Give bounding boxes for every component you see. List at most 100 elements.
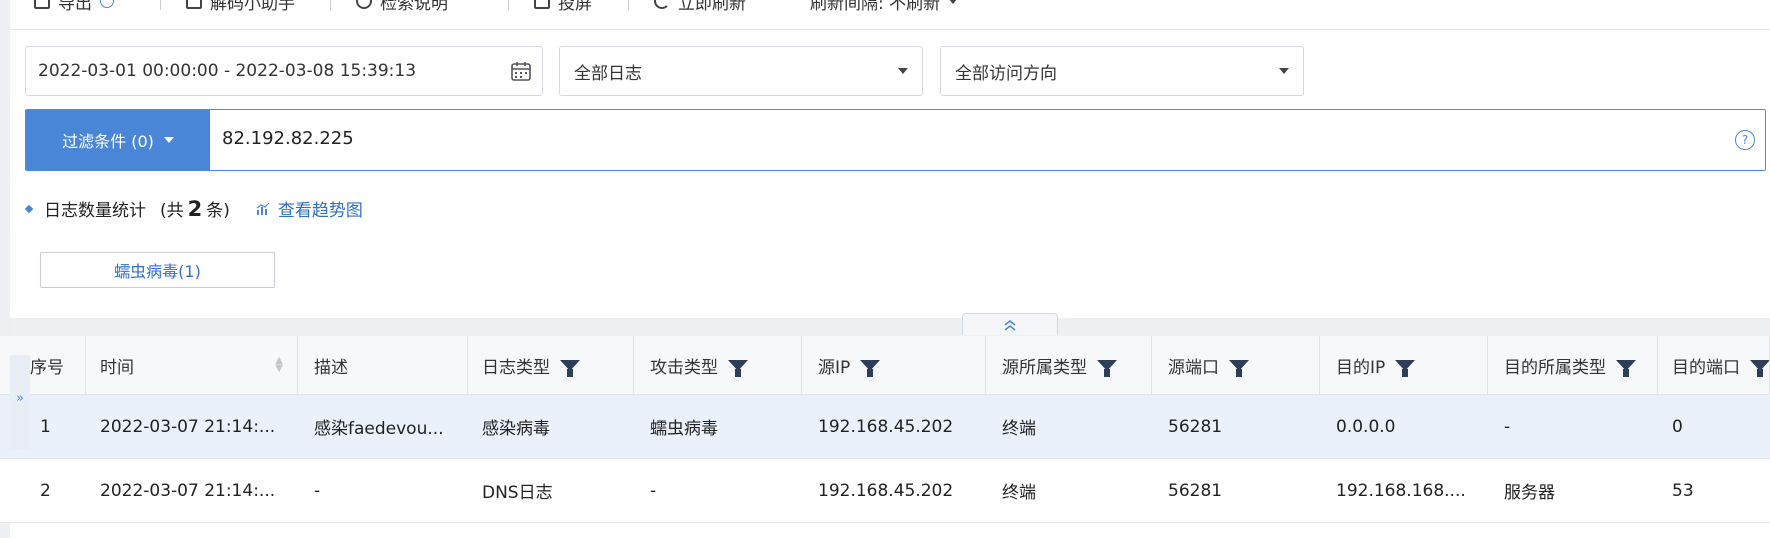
screen-cast-label: 投屏 (558, 0, 592, 14)
view-trend-link[interactable]: 查看趋势图 (256, 196, 363, 221)
cell-description[interactable]: - (298, 459, 468, 522)
col-label: 目的IP (1336, 357, 1386, 378)
table-header: 序号 时间 ▲ ▼ 描述 日志类型 攻击类型 源IP 源所属类型 源端口 目的IP… (0, 336, 1770, 395)
stats-prefix: (共 (160, 201, 184, 221)
col-label: 源IP (818, 357, 851, 378)
question-icon[interactable]: ? (1735, 130, 1755, 150)
col-source-ip: 源IP (802, 336, 986, 394)
screen-cast-icon (534, 0, 550, 9)
screen-cast-button[interactable]: 投屏 (534, 0, 592, 14)
refresh-button[interactable]: 立即刷新 (654, 0, 746, 14)
info-icon (356, 0, 372, 9)
filter-icon[interactable] (1616, 359, 1636, 377)
chevron-down-icon (898, 68, 908, 74)
cell-source-type: 终端 (1002, 419, 1036, 439)
cell-attack-type: 蠕虫病毒 (650, 419, 718, 439)
filter-icon[interactable] (728, 359, 748, 377)
filter-conditions-label: 过滤条件 (0) (62, 132, 154, 151)
date-range-picker[interactable]: 2022-03-01 00:00:00 - 2022-03-08 15:39:1… (25, 46, 543, 96)
cell-attack-type: - (650, 480, 657, 501)
date-range-value: 2022-03-01 00:00:00 - 2022-03-08 15:39:1… (38, 61, 417, 81)
filter-bar: 过滤条件 (0) 82.192.82.225 ? (25, 109, 1766, 171)
refresh-label: 立即刷新 (678, 0, 746, 14)
decoder-icon (186, 0, 202, 9)
cell-dest-ip: 0.0.0.0 (1336, 416, 1396, 437)
tag-worm-virus[interactable]: 蠕虫病毒(1) (40, 252, 275, 288)
cell-log-type: DNS日志 (482, 483, 553, 503)
expand-sidebar-handle[interactable]: » (10, 355, 30, 449)
col-dest-port: 目的端口 (1658, 336, 1770, 394)
log-type-value: 全部日志 (574, 63, 642, 84)
refresh-interval-label: 刷新间隔: 不刷新 (810, 0, 941, 14)
sort-icon[interactable]: ▲ ▼ (275, 356, 283, 374)
stats-count: 2 (187, 196, 203, 221)
search-help-button[interactable]: 检索说明 (356, 0, 448, 14)
direction-value: 全部访问方向 (955, 63, 1057, 84)
cell-dest-ip: 192.168.168.... (1336, 480, 1466, 501)
cell-source-type: 终端 (1002, 483, 1036, 503)
toolbar-divider (330, 0, 331, 10)
calendar-icon[interactable] (510, 60, 532, 82)
col-label: 源所属类型 (1002, 357, 1087, 378)
log-count-stats: 日志数量统计 (共 2 条) 查看趋势图 (24, 196, 363, 221)
search-help-label: 检索说明 (380, 0, 448, 14)
filter-icon[interactable] (1395, 359, 1416, 377)
chevron-down-icon (1279, 68, 1289, 74)
chevron-down-icon (948, 0, 959, 4)
bullet-icon (24, 204, 34, 213)
col-source-type: 源所属类型 (986, 336, 1152, 394)
col-time[interactable]: 时间 ▲ ▼ (86, 336, 298, 394)
export-button[interactable]: 导出 (34, 0, 114, 14)
col-attack-type: 攻击类型 (634, 336, 802, 394)
filter-icon[interactable] (1097, 359, 1117, 377)
col-label: 序号 (30, 357, 64, 378)
cell-log-type: 感染病毒 (482, 419, 550, 439)
cell-dest-type: - (1504, 416, 1511, 437)
collapse-panel-button[interactable] (962, 313, 1058, 335)
filter-icon[interactable] (860, 359, 881, 377)
export-label: 导出 (58, 0, 92, 14)
decoder-label: 解码小助手 (210, 0, 295, 14)
search-input[interactable]: 82.192.82.225 (222, 128, 354, 149)
help-icon[interactable] (100, 0, 114, 8)
col-log-type: 日志类型 (468, 336, 634, 394)
direction-select[interactable]: 全部访问方向 (940, 46, 1304, 96)
col-dest-ip: 目的IP (1320, 336, 1488, 394)
cell-source-ip: 192.168.45.202 (818, 480, 954, 501)
chevron-down-icon (163, 137, 174, 143)
view-trend-label: 查看趋势图 (277, 201, 363, 221)
cell-dest-port: 53 (1672, 480, 1694, 501)
table-row[interactable]: 2 2022-03-07 21:14:... - DNS日志 - 192.168… (0, 459, 1770, 523)
refresh-interval-select[interactable]: 刷新间隔: 不刷新 (810, 0, 959, 14)
filter-icon[interactable] (560, 359, 580, 377)
filter-conditions-button[interactable]: 过滤条件 (0) (26, 110, 210, 170)
decoder-button[interactable]: 解码小助手 (186, 0, 295, 14)
double-chevron-right-icon: » (16, 391, 24, 406)
tag-label: 蠕虫病毒(1) (114, 262, 201, 281)
cell-source-ip: 192.168.45.202 (818, 416, 954, 437)
col-label: 日志类型 (482, 357, 550, 378)
filter-icon[interactable] (1750, 359, 1769, 377)
cell-dest-type: 服务器 (1504, 483, 1555, 503)
stats-label: 日志数量统计 (44, 201, 146, 221)
col-label: 目的所属类型 (1504, 357, 1606, 378)
col-source-port: 源端口 (1152, 336, 1320, 394)
log-type-select[interactable]: 全部日志 (559, 46, 923, 96)
col-label: 目的端口 (1672, 357, 1740, 378)
cell-description[interactable]: 感染faedevou... (298, 395, 468, 458)
refresh-icon (654, 0, 670, 9)
table-row[interactable]: 1 2022-03-07 21:14:... 感染faedevou... 感染病… (0, 395, 1770, 459)
col-label: 源端口 (1168, 357, 1219, 378)
col-label: 时间 (100, 357, 134, 378)
trend-chart-icon (256, 202, 270, 215)
cell-source-port: 56281 (1168, 416, 1223, 437)
export-icon (34, 0, 50, 9)
cell-index: 2 (40, 480, 51, 501)
double-chevron-up-icon (1004, 319, 1016, 331)
cell-time: 2022-03-07 21:14:... (100, 480, 276, 501)
filter-icon[interactable] (1229, 359, 1249, 377)
toolbar: 导出 解码小助手 检索说明 投屏 立即刷新 刷新间隔: 不刷新 (10, 0, 1770, 30)
col-label: 描述 (314, 357, 348, 378)
stats-suffix: 条) (206, 201, 230, 221)
cell-source-port: 56281 (1168, 480, 1223, 501)
